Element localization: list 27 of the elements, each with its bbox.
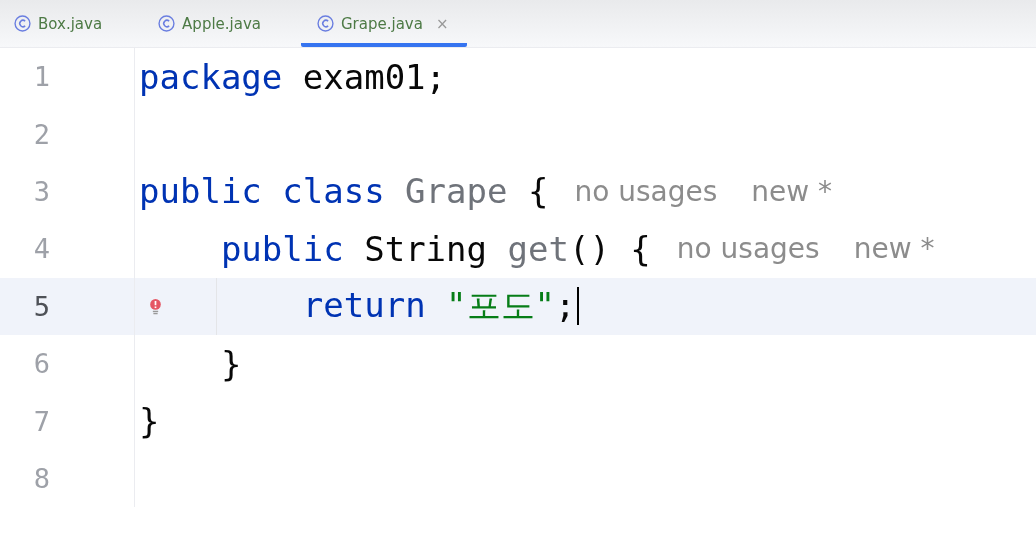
lightbulb-icon[interactable] bbox=[149, 297, 162, 315]
inlay-hint[interactable]: no usages bbox=[676, 232, 820, 266]
line-number: 5 bbox=[32, 290, 50, 322]
text-cursor bbox=[576, 287, 579, 326]
code-line: } bbox=[220, 343, 242, 384]
code-line: return "포도"; bbox=[302, 284, 576, 328]
code-line: public class Grape { bbox=[139, 171, 549, 212]
class-icon bbox=[158, 15, 176, 32]
line-number: 6 bbox=[32, 348, 50, 380]
line-number: 1 bbox=[32, 61, 50, 93]
inlay-hint[interactable]: no usages bbox=[574, 174, 718, 208]
file-tab[interactable]: Box.java bbox=[12, 0, 121, 47]
code-line: package exam01; bbox=[139, 56, 447, 97]
code-line: public String get() { bbox=[220, 228, 651, 269]
class-icon bbox=[317, 15, 334, 32]
inlay-hint[interactable]: new * bbox=[751, 174, 833, 208]
class-icon bbox=[14, 15, 31, 32]
inlay-hint[interactable]: new * bbox=[853, 232, 935, 266]
code-line: } bbox=[139, 401, 160, 442]
line-number: 7 bbox=[32, 405, 50, 437]
line-number: 4 bbox=[32, 233, 50, 265]
close-button[interactable]: × bbox=[435, 14, 449, 33]
file-tab[interactable]: Grape.java × bbox=[301, 0, 467, 47]
line-number: 3 bbox=[32, 175, 50, 207]
line-number: 8 bbox=[32, 462, 50, 494]
line-number: 2 bbox=[32, 118, 50, 150]
file-tab[interactable]: Apple.java bbox=[156, 0, 279, 47]
